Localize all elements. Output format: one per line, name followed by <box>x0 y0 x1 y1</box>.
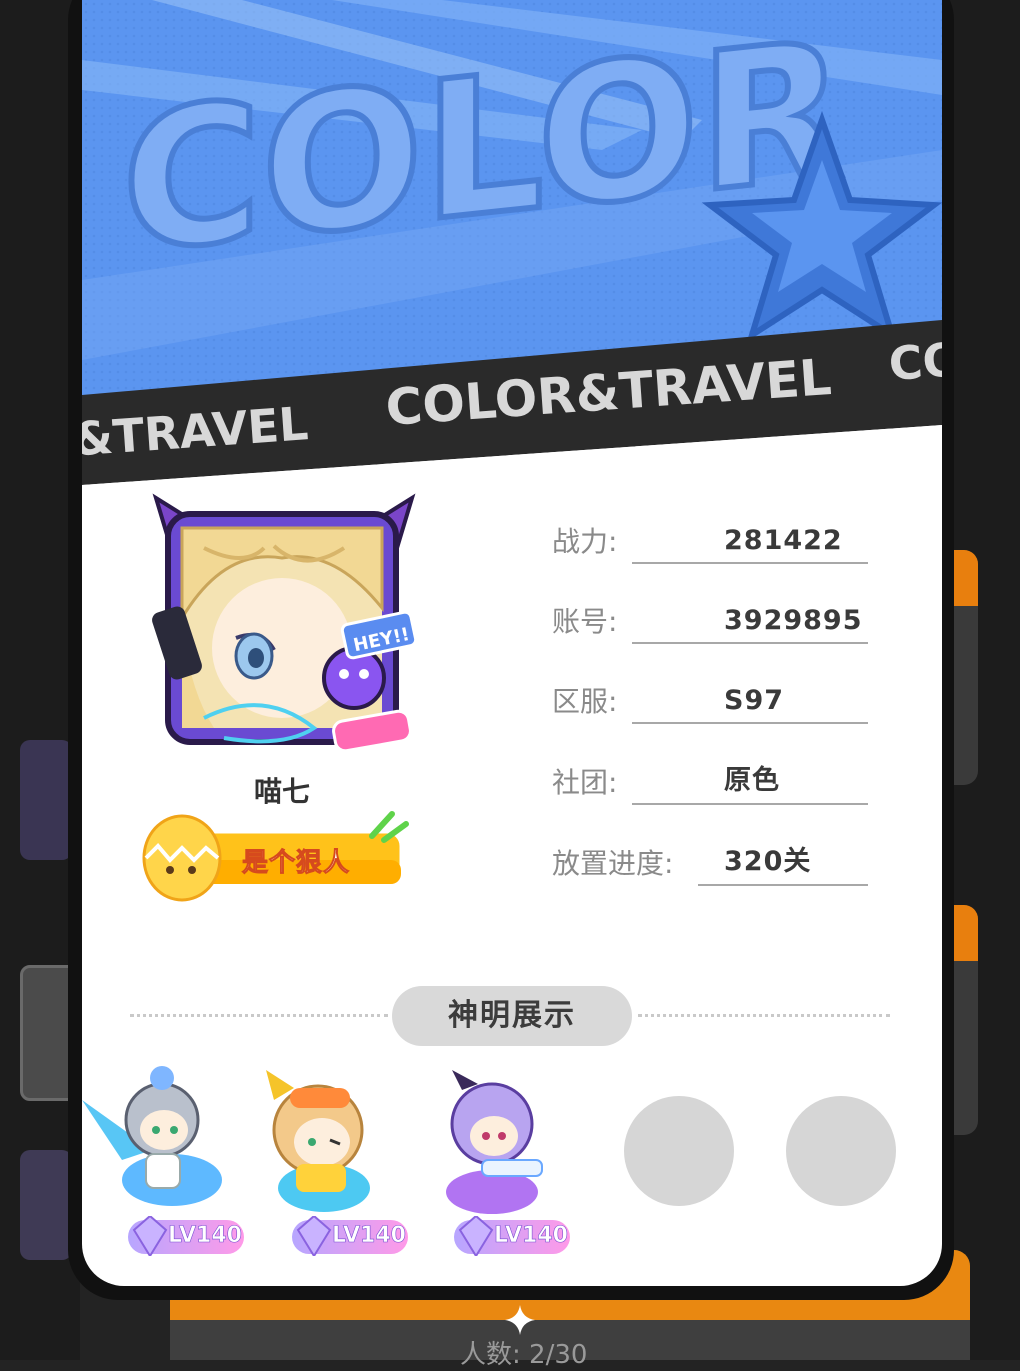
section-divider-right <box>638 1014 890 1017</box>
god-level-text: LV140 <box>332 1223 407 1249</box>
progress-underline <box>698 884 868 886</box>
account-label: 账号: <box>552 605 618 638</box>
power-underline <box>632 562 868 564</box>
god-level-text: LV140 <box>168 1223 243 1249</box>
profile-banner: COLOR &TRAVEL COLOR&TRAVEL CO <box>82 0 942 490</box>
god-level-badge: LV140 <box>454 1216 570 1256</box>
info-row-account: 账号: 3929895 <box>552 594 872 644</box>
god-level-text: LV140 <box>494 1223 569 1249</box>
server-label: 区服: <box>552 685 618 718</box>
god-slot[interactable]: LV140 <box>246 1060 408 1260</box>
server-underline <box>632 722 868 724</box>
banner-strip-text-right: CO <box>887 332 942 391</box>
player-title-badge[interactable]: 是个狠人 <box>136 810 416 902</box>
progress-value: 320关 <box>724 846 812 877</box>
account-value[interactable]: 3929895 <box>724 605 863 636</box>
god-slot[interactable]: LV140 <box>408 1060 570 1260</box>
info-row-progress: 放置进度: 320关 <box>552 836 872 886</box>
club-label: 社团: <box>552 766 618 799</box>
background-thumbnail <box>20 740 72 860</box>
god-slot-empty[interactable] <box>624 1096 734 1206</box>
profile-card: COLOR &TRAVEL COLOR&TRAVEL CO HEY!! 喵七 是… <box>82 0 942 1286</box>
god-level-badge: LV140 <box>292 1216 408 1256</box>
player-nickname: 喵七 <box>253 775 310 808</box>
section-divider-left <box>130 1014 388 1017</box>
title-badge-text: 是个狠人 <box>241 848 351 879</box>
power-label: 战力: <box>552 525 618 558</box>
sparkle-icon <box>505 1305 535 1335</box>
power-value: 281422 <box>724 525 843 556</box>
info-row-server: 区服: S97 <box>552 674 872 724</box>
background-member-count: 人数: 2/30 <box>460 1340 588 1370</box>
info-row-power: 战力: 281422 <box>552 514 872 564</box>
background-thumbnail <box>20 1150 72 1260</box>
crystal-icon <box>296 1216 332 1256</box>
account-underline <box>632 642 868 644</box>
god-level-badge: LV140 <box>128 1216 244 1256</box>
god-slot[interactable]: LV140 <box>82 1060 244 1260</box>
crystal-icon <box>132 1216 168 1256</box>
server-value: S97 <box>724 685 785 716</box>
progress-label: 放置进度: <box>552 847 674 880</box>
club-underline <box>632 803 868 805</box>
god-slot-empty[interactable] <box>786 1096 896 1206</box>
section-title: 神明展示 <box>392 986 632 1046</box>
info-row-club: 社团: 原色 <box>552 755 872 805</box>
crystal-icon <box>458 1216 494 1256</box>
player-avatar[interactable]: HEY!! <box>144 488 424 760</box>
club-value[interactable]: 原色 <box>724 758 780 797</box>
